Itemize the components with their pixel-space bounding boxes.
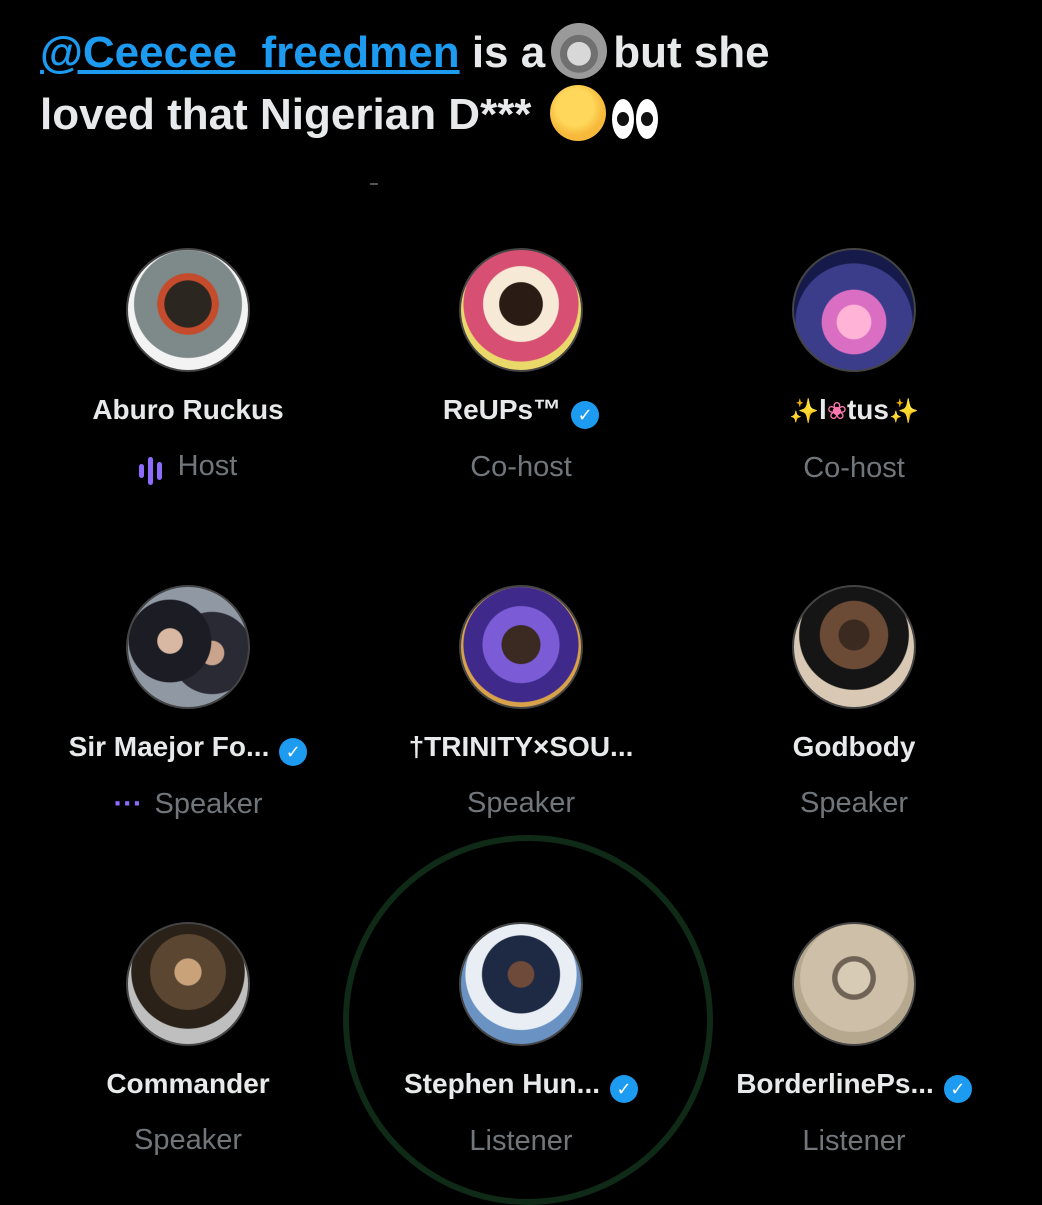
participant-role: Co-host [803,452,905,484]
participant-name: l [819,394,827,425]
participant-role: Listener [802,1125,906,1157]
header-text-2: but she [613,28,770,77]
avatar[interactable] [792,585,916,709]
verified-badge-icon: ✓ [943,1075,972,1103]
participant-name: †TRINITY×SOU... [408,731,634,762]
participant-card-lotus[interactable]: ✨l❀tus✨ Co-host [689,248,1019,486]
participant-name: ReUPs™ [442,394,562,425]
divider-mark [370,183,378,185]
avatar[interactable] [126,922,250,1046]
participant-role: Co-host [470,451,572,483]
eyes-emoji-icon [611,94,660,156]
avatar[interactable] [459,922,583,1046]
avatar[interactable] [792,922,916,1046]
verified-badge-icon: ✓ [610,1075,638,1103]
more-dots-icon: ··· [113,788,143,820]
avatar[interactable] [126,248,250,372]
speaking-icon [138,452,166,488]
participant-card-commander[interactable]: Commander Speaker [23,922,353,1158]
participant-card-borderline[interactable]: BorderlinePs... ✓ Listener [689,922,1019,1159]
lotus-icon: ❀ [826,398,847,425]
participant-card-sir-maejor[interactable]: Sir Maejor Fo... ✓ ··· Speaker [23,585,353,822]
participant-role: Host [177,450,238,482]
participant-role: Listener [469,1125,573,1157]
raccoon-emoji-icon [551,23,608,79]
avatar[interactable] [459,585,583,709]
participant-role: Speaker [799,787,908,819]
post-text: @Ceecee_freedmen is a but she loved that … [40,22,1020,156]
participant-card-reups[interactable]: ReUPs™ ✓ Co-host [356,248,686,485]
participant-card-trinity[interactable]: †TRINITY×SOU... Speaker [356,585,686,821]
participant-card-stephen[interactable]: Stephen Hun... ✓ Listener [356,922,686,1159]
participant-role: Speaker [466,787,575,819]
verified-badge-icon: ✓ [279,738,308,766]
header-text-3: loved that Nigerian D*** [40,90,532,139]
participant-name: BorderlinePs... [736,1068,934,1099]
participant-name: Sir Maejor Fo... [68,731,270,762]
verified-badge-icon: ✓ [571,401,600,429]
participant-name: Aburo Ruckus [92,394,284,425]
participant-role: Speaker [133,1124,242,1156]
participant-name: Stephen Hun... [404,1068,600,1099]
mention-link[interactable]: @Ceecee_freedmen [40,28,460,77]
participant-card-aburo-ruckus[interactable]: Aburo Ruckus Host [23,248,353,488]
magic-wand-icon: ✨ [888,398,919,425]
participant-role: Speaker [154,788,263,820]
avatar[interactable] [792,248,916,372]
shushing-face-emoji-icon [549,85,606,141]
avatar[interactable] [126,585,250,709]
magic-wand-icon: ✨ [789,398,820,425]
participant-name: Godbody [792,731,916,762]
participant-name-suffix: tus [846,394,889,425]
participant-name: Commander [106,1068,270,1099]
participant-card-godbody[interactable]: Godbody Speaker [689,585,1019,821]
avatar[interactable] [459,248,583,372]
header-text-1: is a [471,28,546,77]
